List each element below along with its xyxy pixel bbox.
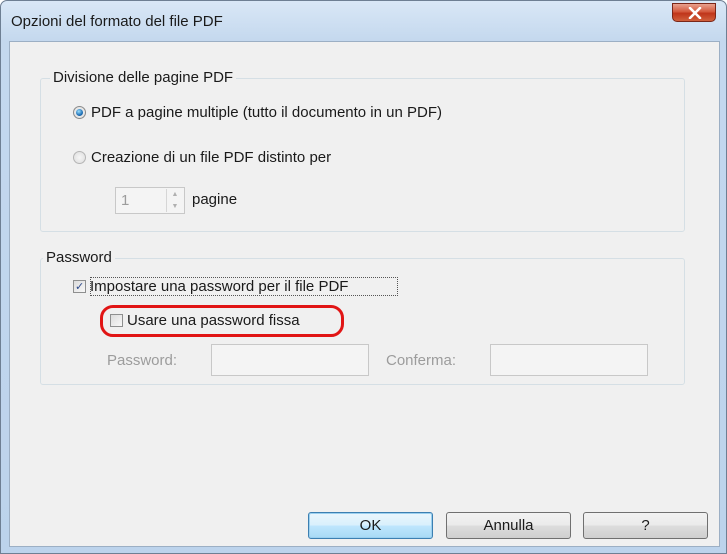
confirm-label-row: Conferma: xyxy=(386,352,456,369)
close-icon xyxy=(688,7,702,19)
fixed-password-option[interactable]: Usare una password fissa xyxy=(110,312,300,329)
radio-multi-page-label: PDF a pagine multiple (tutto il document… xyxy=(91,104,442,121)
set-password-label: Impostare una password per il file PDF xyxy=(90,278,349,295)
dialog-content: Divisione delle pagine PDF PDF a pagine … xyxy=(9,41,720,547)
pages-value: 1 xyxy=(121,192,130,209)
password-label-row: Password: xyxy=(107,352,177,369)
title-bar[interactable]: Opzioni del formato del file PDF xyxy=(1,1,726,41)
pages-label-row: pagine xyxy=(192,191,237,208)
window-title: Opzioni del formato del file PDF xyxy=(11,13,223,30)
pages-spinbox[interactable]: 1 ▲ ▼ xyxy=(115,187,185,214)
password-legend: Password xyxy=(43,248,115,268)
fixed-password-checkbox[interactable] xyxy=(110,314,123,327)
cancel-button[interactable]: Annulla xyxy=(446,512,571,539)
set-password-checkbox[interactable]: ✓ xyxy=(73,280,86,293)
close-button[interactable] xyxy=(672,3,716,22)
page-division-legend: Divisione delle pagine PDF xyxy=(50,68,237,88)
help-button[interactable]: ? xyxy=(583,512,708,539)
set-password-option[interactable]: ✓ Impostare una password per il file PDF xyxy=(73,278,348,295)
password-label: Password: xyxy=(107,352,178,369)
radio-split-pdf[interactable] xyxy=(73,151,86,164)
password-input[interactable] xyxy=(211,344,369,376)
confirm-input[interactable] xyxy=(490,344,648,376)
dialog-window: Opzioni del formato del file PDF Divisio… xyxy=(0,0,727,554)
check-icon: ✓ xyxy=(75,281,85,293)
pages-label: pagine xyxy=(192,191,238,208)
radio-multi-page-option[interactable]: PDF a pagine multiple (tutto il document… xyxy=(73,104,442,121)
ok-button[interactable]: OK xyxy=(308,512,433,539)
spin-up-icon[interactable]: ▲ xyxy=(167,189,183,200)
confirm-label: Conferma: xyxy=(386,352,457,369)
radio-split-option[interactable]: Creazione di un file PDF distinto per xyxy=(73,149,331,166)
fixed-password-label: Usare una password fissa xyxy=(127,312,300,329)
spin-arrows: ▲ ▼ xyxy=(166,189,183,212)
radio-multi-page[interactable] xyxy=(73,106,86,119)
spin-down-icon[interactable]: ▼ xyxy=(167,201,183,212)
radio-split-pdf-label: Creazione di un file PDF distinto per xyxy=(91,149,332,166)
